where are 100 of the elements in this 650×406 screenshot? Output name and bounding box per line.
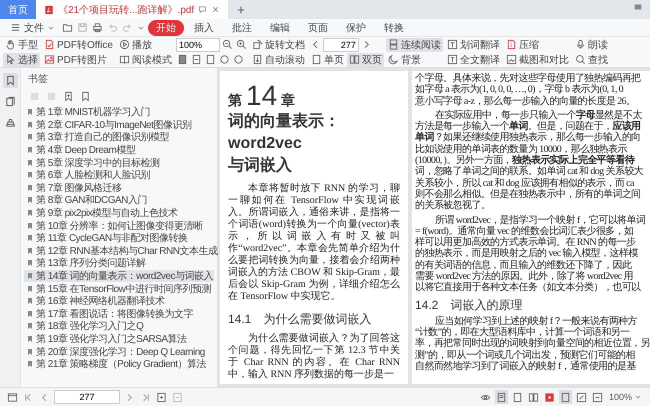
continuous-read-button[interactable]: 连续阅读 — [386, 38, 443, 52]
play-button[interactable]: 播放 — [116, 38, 174, 52]
page-icon — [560, 392, 571, 402]
double-page-button[interactable]: 双页 — [346, 52, 384, 66]
text-line: 在实际应用中，每一步只输入一个字母显然是不太 — [434, 110, 643, 121]
bookmark-panel-button[interactable] — [2, 73, 18, 88]
home-tab[interactable]: 首页 — [0, 0, 36, 19]
chapter-title: 词的向量表示：word2vec — [228, 112, 341, 154]
page-field[interactable]: 277 — [322, 38, 359, 52]
bookmark-item[interactable]: 第 11章 CycleGAN与非配对图像转换 — [24, 232, 214, 245]
screenshot-compare-button[interactable]: 截图和对比 — [504, 52, 571, 66]
bookmark-item[interactable]: 第 4章 Deep Dream模型 — [24, 144, 214, 156]
text-line: 的有关词语的信息，而且输入的维数还下降了，因此 — [415, 260, 633, 271]
bookmark-item[interactable]: 第 20章 深度强化学习：Deep Q Learning — [24, 345, 214, 358]
page-icon — [156, 392, 167, 402]
actual-size-button[interactable] — [590, 390, 604, 404]
hand-tool-button[interactable]: 手型 — [3, 38, 40, 52]
single-page-button[interactable]: 单页 — [308, 52, 346, 66]
file-menu[interactable]: 文件 — [6, 20, 59, 34]
pdf-to-image-button[interactable]: PDF转图片 — [42, 52, 115, 66]
square-icon — [46, 90, 57, 102]
circle-icon — [232, 54, 244, 65]
ribbon-tab[interactable]: 转换 — [376, 20, 412, 36]
save-icon — [77, 22, 88, 33]
caret-icon — [634, 393, 642, 401]
bookmark-item[interactable]: 第 17章 看图说话：将图像转换为文字 — [24, 308, 214, 320]
bookmark-icon — [63, 90, 74, 102]
zoom-in-button[interactable] — [234, 38, 248, 52]
chapter-number: 14 — [246, 81, 278, 111]
insert-page-button[interactable] — [155, 390, 168, 404]
text-line: 以将它直接用于各种文本任务（如文本分类），也可以 — [415, 282, 642, 294]
pdf-file-icon — [44, 4, 54, 14]
translate-icon — [446, 54, 458, 65]
select-tool-button[interactable]: 选择 — [3, 52, 40, 66]
read-aloud-button[interactable]: 朗读 — [572, 38, 610, 52]
ribbon-tab[interactable]: 保护 — [338, 20, 374, 36]
continuous-page-icon — [388, 39, 399, 50]
fit-page-button[interactable] — [558, 390, 572, 404]
fit-width-button[interactable] — [574, 390, 588, 404]
bookmark-item[interactable]: 第 3章 打造自己的图像识别模型 — [24, 131, 214, 144]
zoom-field[interactable]: 100% — [176, 38, 220, 52]
ribbon-tab[interactable]: 插入 — [186, 20, 222, 36]
text-line: 测”的，即从一个词或几个词出发，预测它们可能的相 — [415, 350, 636, 361]
bookmark-item[interactable]: 第 14章 词的向量表示：word2vec与词嵌入 — [24, 270, 214, 282]
page-field[interactable]: 277 — [54, 390, 120, 404]
word-translate-button[interactable]: 划词翻译 — [444, 38, 502, 52]
bookmark-item[interactable]: 第 1章 MNIST机器学习入门 — [24, 106, 214, 119]
full-translate-button[interactable]: 全文翻译 — [444, 52, 502, 66]
close-icon — [211, 5, 220, 14]
ribbon-tab[interactable]: 批注 — [224, 20, 260, 36]
plus-icon — [236, 4, 246, 14]
ribbon-tab[interactable]: 开始 — [148, 20, 184, 36]
text-line: 则不会那么相似。但是在独热表示中，所有的单词之间 — [415, 188, 642, 200]
compress-button[interactable]: 压缩 — [504, 38, 571, 52]
text-line: 单词？如果还继续使用独热表示，那么每一步输入的向 — [415, 132, 642, 144]
body-paragraph: 本章将暂时放下 RNN 的学习，聊一聊如何在 TensorFlow 中实现词嵌入。所谓词嵌入，通俗来讲，是指将一个词语(word)转换为一个向量(vector)表示，所以词嵌入有时又被叫作“word2vec”。本章会先简单介绍为什么要把词转换为向量，接着会介绍两种词嵌入的方法 CBOW 和 Skip-Gram，最后会以 Skip-Gram 为例，详细介绍怎么在 TensorFlow 中实现它。 — [228, 183, 400, 303]
rotate-button[interactable]: 旋转文档 — [250, 38, 307, 52]
zoom-out-button[interactable] — [220, 38, 234, 52]
translate-icon — [446, 39, 458, 50]
read-mode-button[interactable]: 阅读模式 — [116, 52, 174, 66]
find-button[interactable]: 查找 — [572, 52, 610, 66]
bookmark-item[interactable]: 第 10章 分辨率：如何让图像变得更清晰 — [24, 219, 214, 232]
comment-icon — [198, 5, 208, 14]
auto-scroll-button[interactable]: 自动滚动 — [250, 52, 307, 66]
image-icon — [44, 54, 55, 65]
bookmark-item[interactable]: 第 19章 强化学习入门之SARSA算法 — [24, 332, 214, 346]
bookmark-item[interactable]: 第 16章 神经网络机器翻译技术 — [24, 294, 214, 308]
bookmark-item[interactable]: 第 6章 人脸检测和人脸识别 — [24, 168, 214, 182]
text-line: 的独热表示，而是用映射之后的 vec 输入模型，这样模 — [415, 248, 639, 260]
chapter-title: 与词嵌入 — [228, 155, 293, 176]
menu-icon — [10, 22, 21, 33]
page-icon — [496, 392, 507, 402]
bookmark-item[interactable]: 第 2章 CIFAR-10与ImageNet图像识别 — [24, 118, 214, 132]
single-page-view-button[interactable] — [494, 390, 508, 404]
page-icon — [310, 54, 322, 65]
zoom-dropdown[interactable]: 100% — [606, 392, 644, 402]
print-button[interactable] — [91, 20, 104, 34]
bookmark-item[interactable]: 第 9章 pix2pix模型与自动上色技术 — [24, 206, 214, 220]
page-icon — [176, 54, 188, 65]
ribbon-tab[interactable]: 页面 — [300, 20, 336, 36]
section-heading: 14.1 为什么需要做词嵌入 — [228, 311, 372, 327]
background-button[interactable]: 背景 — [386, 52, 443, 66]
document-tab[interactable]: 《21个项目玩转...跑详解》.pdf — [36, 0, 228, 19]
ribbon-tab[interactable]: 编辑 — [262, 20, 298, 36]
bookmark-item[interactable]: 第 15章 在TensorFlow中进行时间序列预测 — [24, 282, 214, 295]
scroll-icon — [252, 54, 263, 65]
page-icon — [592, 392, 603, 402]
play-icon — [118, 39, 130, 50]
square-icon — [29, 90, 40, 102]
bookmark-item[interactable]: 第 21章 策略梯度（Policy Gradient）算法 — [24, 358, 214, 370]
text-line: (10000, )。另外一方面，独热表示实际上完全平等看待 — [415, 155, 635, 166]
rotate-icon — [252, 39, 263, 50]
bookmark-item[interactable]: 第 5章 深度学习中的目标检测 — [24, 156, 214, 169]
bookmark-item[interactable]: 第 13章 序列分类问题详解 — [24, 257, 214, 270]
bookmark-item[interactable]: 第 7章 图像风格迁移 — [24, 182, 214, 194]
text-line: 所谓 word2vec，是指学习一个映射 f，它可以将单词 — [434, 214, 646, 226]
bookmark-item[interactable]: 第 18章 强化学习入门之Q — [24, 320, 214, 333]
text-line: 应当如何学习到上述的映射 f？一般来说有两种方 — [434, 316, 638, 327]
bookmark-item[interactable]: 第 8章 GAN和DCGAN入门 — [24, 194, 214, 207]
pdf-to-office-button[interactable]: PDF转Office — [42, 38, 115, 52]
